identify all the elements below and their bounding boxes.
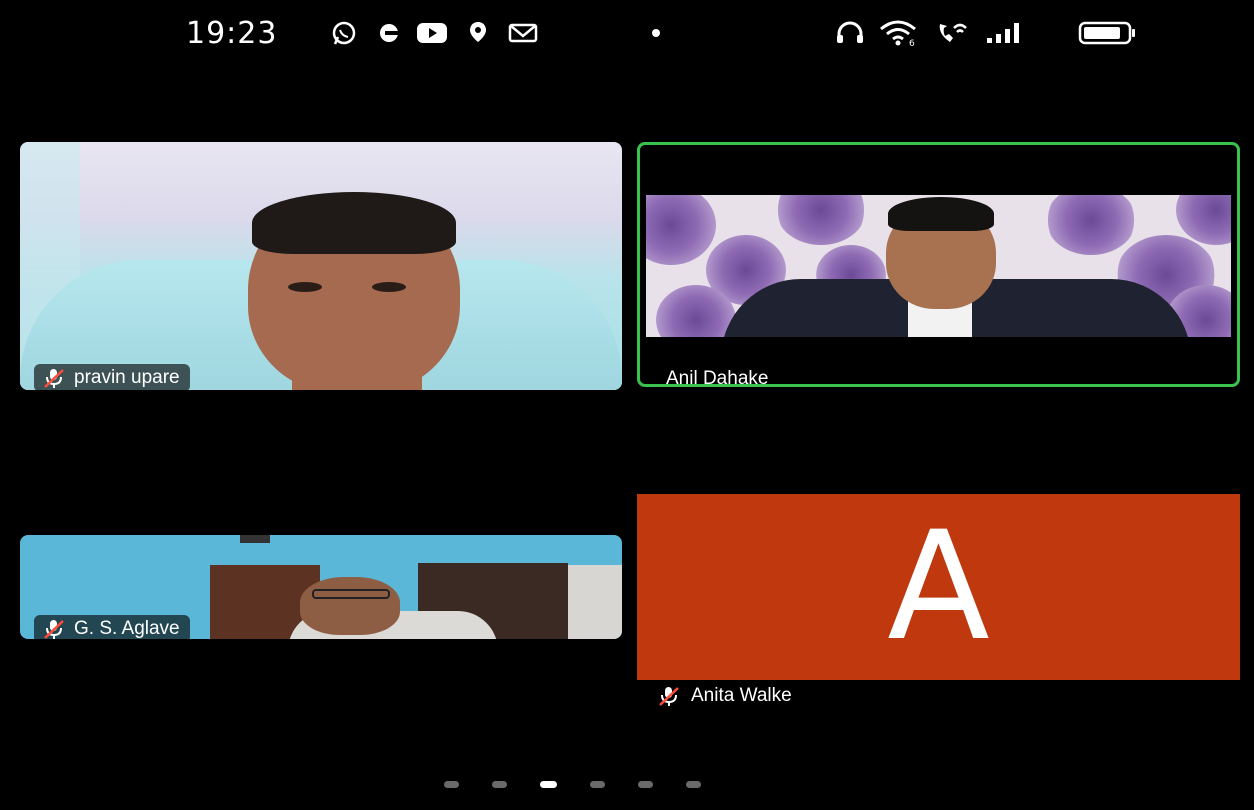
avatar: A [887,500,990,674]
youtube-icon [416,20,448,46]
room-door [568,565,622,639]
video-person-eye [288,282,322,292]
mic-off-icon [42,366,66,390]
page-dot[interactable] [638,781,653,788]
participant-tile-aglave[interactable]: G. S. Aglave [20,535,622,639]
participant-name: Anita Walke [691,685,792,706]
pill-icon [376,20,404,46]
participant-name-tag: pravin upare [34,364,190,390]
mic-off-icon [657,684,681,708]
page-dot-active[interactable] [540,781,557,788]
video-person-eye [372,282,406,292]
video-person-head [300,577,400,635]
svg-text:6: 6 [909,39,915,47]
wifi-calling-icon [936,20,970,46]
participant-name: pravin upare [74,367,180,388]
headphones-icon [835,20,865,46]
page-indicator[interactable] [444,781,701,788]
mic-off-icon [42,617,66,639]
participant-tile-anil[interactable]: Anil Dahake [637,142,1240,387]
participant-name-tag: G. S. Aglave [34,615,190,639]
page-dot[interactable] [590,781,605,788]
curtain-flower [646,195,716,265]
participant-tile-pravin[interactable]: pravin upare [20,142,622,390]
dot-icon [650,20,662,46]
location-icon [468,20,488,46]
participant-tile-anita[interactable]: A [637,494,1240,680]
page-dot[interactable] [686,781,701,788]
page-dot[interactable] [492,781,507,788]
participant-video [646,195,1231,337]
curtain-flower [776,195,866,245]
page-dot[interactable] [444,781,459,788]
participant-name: G. S. Aglave [74,618,180,639]
video-person-hair [252,192,456,254]
wifi-icon: 6 [878,20,920,47]
video-person-glasses [312,589,390,599]
status-time: 19:23 [186,16,278,51]
battery-icon [1078,20,1138,46]
video-person-hair [888,197,994,231]
whatsapp-icon [330,20,358,46]
curtain-flower [1046,195,1136,255]
ceiling-fixture [240,535,270,543]
signal-icon [985,20,1025,46]
participant-name-tag: Anita Walke [657,684,792,708]
status-bar: 19:23 6 [0,0,1254,70]
gmail-icon [507,20,539,46]
participant-name: Anil Dahake [663,367,772,384]
